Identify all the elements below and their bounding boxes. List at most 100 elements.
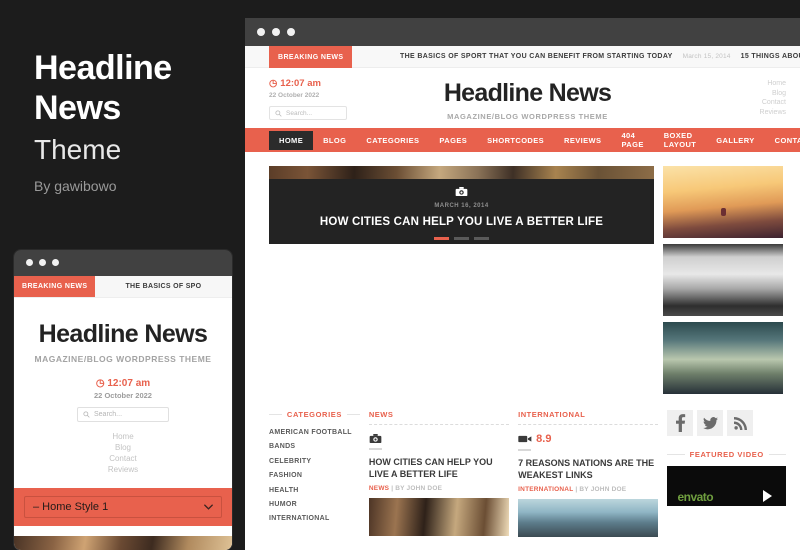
categories-list: AMERICAN FOOTBALL BANDS CELEBRITY FASHIO… xyxy=(269,426,360,527)
news-post-meta: NEWS | BY JOHN DOE xyxy=(369,485,509,492)
category-humor[interactable]: HUMOR xyxy=(269,498,360,512)
category-health[interactable]: HEALTH xyxy=(269,484,360,498)
international-column: INTERNATIONAL 8.9 7 REASONS NATIONS ARE … xyxy=(518,410,659,537)
mobile-current-time: ◷ 12:07 am xyxy=(14,378,232,389)
mobile-ticker-headline[interactable]: THE BASICS OF SPO xyxy=(125,283,201,290)
nav-item-blog[interactable]: BLOG xyxy=(313,131,356,150)
site-header: ◷ 12:07 am 22 October 2022 Search... Hea… xyxy=(245,68,800,128)
mobile-nav-item-home[interactable]: Home xyxy=(14,431,232,442)
twitter-icon[interactable] xyxy=(697,410,724,436)
news-post-category[interactable]: NEWS xyxy=(369,485,389,492)
news-post-format xyxy=(369,433,509,444)
home-style-select[interactable]: – Home Style 1 xyxy=(24,496,222,518)
mobile-search-placeholder: Search... xyxy=(94,411,123,418)
mobile-window-dots xyxy=(26,259,59,266)
top-link-contact[interactable]: Contact xyxy=(760,98,786,108)
hero-date: MARCH 16, 2014 xyxy=(434,203,489,209)
nav-item-contact[interactable]: CONTACT xyxy=(765,131,800,150)
mobile-preview-window: BREAKING NEWS THE BASICS OF SPO Headline… xyxy=(14,250,232,550)
breaking-news-items: THE BASICS OF SPORT THAT YOU CAN BENEFIT… xyxy=(400,53,800,60)
play-icon[interactable] xyxy=(763,490,772,502)
hero-slider-dot-3[interactable] xyxy=(474,237,489,240)
mobile-nav-item-reviews[interactable]: Reviews xyxy=(14,464,232,475)
browser-titlebar xyxy=(245,18,800,46)
nav-item-reviews[interactable]: REVIEWS xyxy=(554,131,611,150)
divider-line-left xyxy=(269,414,282,415)
top-link-blog[interactable]: Blog xyxy=(760,89,786,99)
browser-minimize-dot[interactable] xyxy=(272,28,280,36)
mobile-page-body: BREAKING NEWS THE BASICS OF SPO Headline… xyxy=(14,276,232,550)
featured-video-header: FEATURED VIDEO xyxy=(667,450,786,459)
international-post-category[interactable]: INTERNATIONAL xyxy=(518,486,573,493)
mobile-nav-list: Home Blog Contact Reviews xyxy=(14,431,232,475)
video-brand-label: envato xyxy=(677,490,714,504)
hero-title[interactable]: HOW CITIES CAN HELP YOU LIVE A BETTER LI… xyxy=(269,216,654,228)
search-icon xyxy=(83,411,90,418)
nav-item-home[interactable]: HOME xyxy=(269,130,314,150)
browser-close-dot[interactable] xyxy=(257,28,265,36)
browser-maximize-dot[interactable] xyxy=(287,28,295,36)
categories-widget: CATEGORIES AMERICAN FOOTBALL BANDS CELEB… xyxy=(269,410,360,537)
breaking-news-bar: BREAKING NEWS THE BASICS OF SPORT THAT Y… xyxy=(245,46,800,68)
mobile-nav-item-blog[interactable]: Blog xyxy=(14,442,232,453)
cafe-window-silhouette-thumbnail[interactable] xyxy=(663,244,783,316)
mobile-window-dot-3[interactable] xyxy=(52,259,59,266)
mobile-breaking-news-bar: BREAKING NEWS THE BASICS OF SPO xyxy=(14,276,232,298)
top-link-home[interactable]: Home xyxy=(760,79,786,89)
rss-icon[interactable] xyxy=(727,410,754,436)
hero-slider-dot-2[interactable] xyxy=(454,237,469,240)
hero-slider-pagination xyxy=(269,237,654,240)
chevron-down-icon xyxy=(204,504,213,510)
featured-video-title: FEATURED VIDEO xyxy=(689,450,764,459)
ticker-headline-1[interactable]: THE BASICS OF SPORT THAT YOU CAN BENEFIT… xyxy=(400,53,673,60)
international-post-thumbnail[interactable] xyxy=(518,499,659,537)
news-post-thumbnail[interactable] xyxy=(368,498,510,536)
header-branding: Headline News MAGAZINE/BLOG WORDPRESS TH… xyxy=(245,79,800,121)
category-fashion[interactable]: FASHION xyxy=(269,469,360,483)
hero-slider-dot-1[interactable] xyxy=(434,237,449,240)
mobile-time-text: 12:07 am xyxy=(107,378,151,389)
facebook-icon[interactable] xyxy=(667,410,694,436)
news-post-author: | BY JOHN DOE xyxy=(391,485,443,492)
mobile-current-date: 22 October 2022 xyxy=(94,391,152,400)
social-icons-widget xyxy=(667,410,786,436)
news-column: NEWS HOW CITIES CAN HELP YOU LIVE A BETT… xyxy=(368,410,510,537)
hero-slider[interactable]: MARCH 16, 2014 HOW CITIES CAN HELP YOU L… xyxy=(269,166,654,400)
mobile-nav-item-contact[interactable]: Contact xyxy=(14,453,232,464)
top-link-reviews[interactable]: Reviews xyxy=(760,108,786,118)
international-column-divider xyxy=(518,424,659,425)
featured-video-player[interactable]: envato xyxy=(667,466,786,506)
international-post-title[interactable]: 7 REASONS NATIONS ARE THE WEAKEST LINKS xyxy=(518,457,658,481)
nav-item-categories[interactable]: CATEGORIES xyxy=(356,131,429,150)
nav-item-404-page[interactable]: 404 PAGE xyxy=(611,126,653,154)
international-column-label[interactable]: INTERNATIONAL xyxy=(518,410,658,419)
categories-widget-title: CATEGORIES xyxy=(286,410,342,419)
nav-item-pages[interactable]: PAGES xyxy=(429,131,477,150)
mobile-window-dot-2[interactable] xyxy=(39,259,46,266)
promo-subtitle: Theme xyxy=(34,134,122,165)
category-american-football[interactable]: AMERICAN FOOTBALL xyxy=(269,426,360,440)
foggy-forest-railway-thumbnail[interactable] xyxy=(663,322,783,394)
featured-thumbnails xyxy=(663,166,783,400)
sunset-field-thumbnail[interactable] xyxy=(663,166,783,238)
site-viewport: BREAKING NEWS THE BASICS OF SPORT THAT Y… xyxy=(245,46,800,550)
ticker-headline-2[interactable]: 15 THINGS ABOUT MUSIC YOUR KIDS DON xyxy=(741,53,800,60)
category-bands[interactable]: BANDS xyxy=(269,440,360,454)
header-top-links: Home Blog Contact Reviews xyxy=(760,79,786,117)
nav-item-gallery[interactable]: GALLERY xyxy=(706,131,764,150)
nav-item-boxed-layout[interactable]: BOXED LAYOUT xyxy=(654,126,707,154)
browser-window: BREAKING NEWS THE BASICS OF SPORT THAT Y… xyxy=(245,18,800,550)
video-icon xyxy=(518,435,532,443)
category-international[interactable]: INTERNATIONAL xyxy=(269,512,360,526)
site-logo[interactable]: Headline News xyxy=(245,79,800,108)
news-underline xyxy=(368,448,382,450)
hero-slide[interactable]: MARCH 16, 2014 HOW CITIES CAN HELP YOU L… xyxy=(269,166,654,244)
mobile-window-dot-1[interactable] xyxy=(26,259,33,266)
news-column-label[interactable]: NEWS xyxy=(369,410,509,419)
promo-title: Headline News xyxy=(34,48,234,128)
promo-title-line2: News xyxy=(34,89,121,127)
nav-item-shortcodes[interactable]: SHORTCODES xyxy=(477,131,554,150)
category-celebrity[interactable]: CELEBRITY xyxy=(269,455,360,469)
mobile-search-input[interactable]: Search... xyxy=(77,407,169,422)
news-post-title[interactable]: HOW CITIES CAN HELP YOU LIVE A BETTER LI… xyxy=(369,456,509,480)
